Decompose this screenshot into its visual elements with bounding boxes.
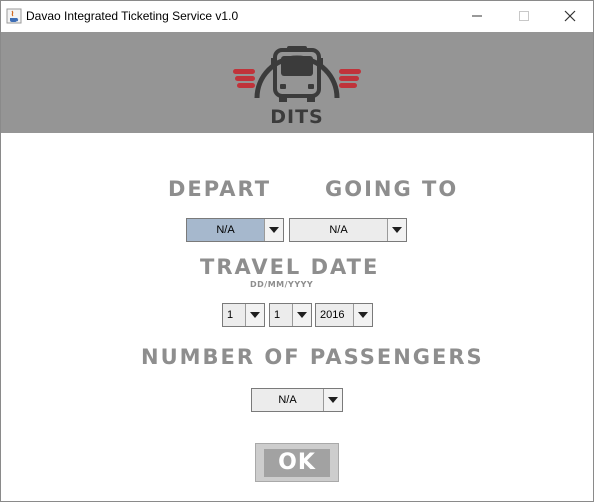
date-format-hint: DD/MM/YYYY (250, 280, 314, 289)
passengers-dropdown-arrow[interactable] (323, 389, 342, 411)
going-to-value: N/A (329, 224, 348, 236)
bus-icon (233, 46, 361, 102)
going-to-label: GOING TO (325, 177, 459, 201)
chevron-down-icon (358, 312, 368, 318)
logo-text: DITS (270, 106, 324, 128)
app-window: Davao Integrated Ticketing Service v1.0 (0, 0, 594, 502)
ok-button-label: OK (264, 448, 330, 477)
depart-dropdown-arrow[interactable] (264, 219, 283, 241)
dits-logo: DITS (227, 36, 367, 132)
header-banner: DITS (1, 32, 593, 133)
year-dropdown[interactable]: 2016 (315, 303, 373, 327)
chevron-down-icon (297, 312, 307, 318)
depart-dropdown[interactable]: N/A (186, 218, 284, 242)
window-title: Davao Integrated Ticketing Service v1.0 (26, 9, 239, 23)
month-dropdown[interactable]: 1 (269, 303, 312, 327)
title-bar[interactable]: Davao Integrated Ticketing Service v1.0 (1, 1, 593, 32)
ok-button[interactable]: OK (255, 443, 339, 482)
depart-value: N/A (187, 219, 264, 241)
chevron-down-icon (250, 312, 260, 318)
month-dropdown-arrow[interactable] (292, 304, 311, 326)
maximize-button[interactable] (501, 1, 546, 31)
travel-date-label: TRAVEL DATE (200, 255, 380, 279)
passengers-dropdown[interactable]: N/A (251, 388, 343, 412)
day-dropdown[interactable]: 1 (222, 303, 265, 327)
going-to-dropdown-arrow[interactable] (387, 219, 406, 241)
year-dropdown-arrow[interactable] (353, 304, 372, 326)
going-to-dropdown[interactable]: N/A (289, 218, 407, 242)
java-app-icon (6, 8, 22, 24)
day-value: 1 (227, 309, 234, 321)
chevron-down-icon (269, 227, 279, 233)
depart-label: DEPART (168, 177, 272, 201)
chevron-down-icon (392, 227, 402, 233)
day-dropdown-arrow[interactable] (245, 304, 264, 326)
passengers-value: N/A (278, 394, 297, 406)
month-value: 1 (274, 309, 281, 321)
passengers-label: NUMBER OF PASSENGERS (141, 345, 484, 369)
close-button[interactable] (547, 1, 592, 31)
close-icon (564, 10, 575, 22)
year-value: 2016 (320, 309, 345, 321)
maximize-icon (518, 11, 529, 21)
minimize-icon (471, 15, 482, 17)
minimize-button[interactable] (454, 1, 499, 31)
chevron-down-icon (328, 397, 338, 403)
